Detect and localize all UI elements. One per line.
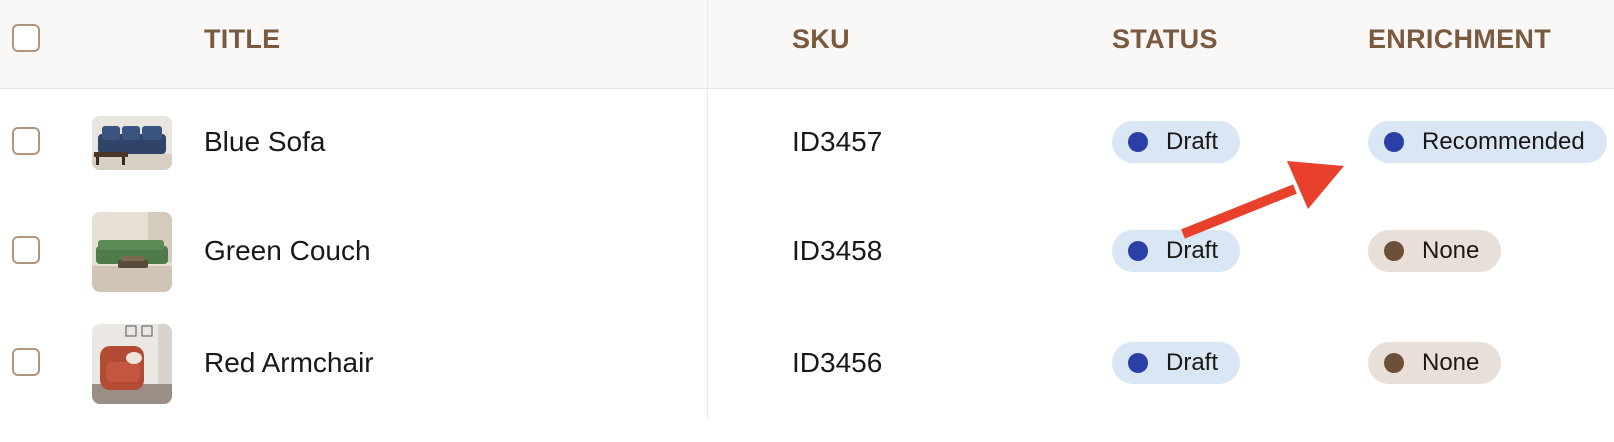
enrichment-badge[interactable]: None <box>1368 230 1502 272</box>
table-header: TITLE SKU STATUS ENRICHMENT <box>0 0 1614 89</box>
enrichment-dot <box>1384 241 1404 261</box>
column-header-status[interactable]: STATUS <box>1112 24 1218 55</box>
row-checkbox[interactable] <box>12 236 40 264</box>
product-thumbnail <box>92 116 172 170</box>
enrichment-badge[interactable]: Recommended <box>1368 121 1607 163</box>
product-title[interactable]: Green Couch <box>204 235 371 267</box>
status-label: Draft <box>1166 349 1219 376</box>
column-divider[interactable] <box>707 0 708 420</box>
product-thumbnail <box>92 212 172 292</box>
column-header-title[interactable]: TITLE <box>204 24 281 55</box>
enrichment-badge[interactable]: None <box>1368 342 1502 384</box>
status-badge[interactable]: Draft <box>1112 342 1241 384</box>
select-all-checkbox[interactable] <box>12 24 40 52</box>
red-armchair-image <box>92 324 172 404</box>
status-dot <box>1128 241 1148 261</box>
status-label: Draft <box>1166 128 1219 155</box>
product-thumbnail <box>92 324 172 404</box>
status-label: Draft <box>1166 237 1219 264</box>
status-badge[interactable]: Draft <box>1112 230 1241 272</box>
product-sku: ID3457 <box>792 126 883 157</box>
product-sku: ID3456 <box>792 347 883 378</box>
product-sku: ID3458 <box>792 235 883 266</box>
column-header-sku[interactable]: SKU <box>792 24 850 55</box>
blue-sofa-image <box>92 116 172 170</box>
enrichment-dot <box>1384 132 1404 152</box>
product-title[interactable]: Blue Sofa <box>204 126 325 158</box>
row-checkbox[interactable] <box>12 348 40 376</box>
status-dot <box>1128 132 1148 152</box>
green-couch-image <box>92 212 172 292</box>
row-checkbox[interactable] <box>12 127 40 155</box>
status-dot <box>1128 353 1148 373</box>
enrichment-label: None <box>1422 349 1480 376</box>
column-header-enrichment[interactable]: ENRICHMENT <box>1368 24 1551 55</box>
enrichment-dot <box>1384 353 1404 373</box>
product-table: TITLE SKU STATUS ENRICHMENT Blue Sofa ID… <box>0 0 1614 420</box>
status-badge[interactable]: Draft <box>1112 121 1241 163</box>
enrichment-label: Recommended <box>1422 128 1585 155</box>
product-title[interactable]: Red Armchair <box>204 347 374 379</box>
enrichment-label: None <box>1422 237 1480 264</box>
